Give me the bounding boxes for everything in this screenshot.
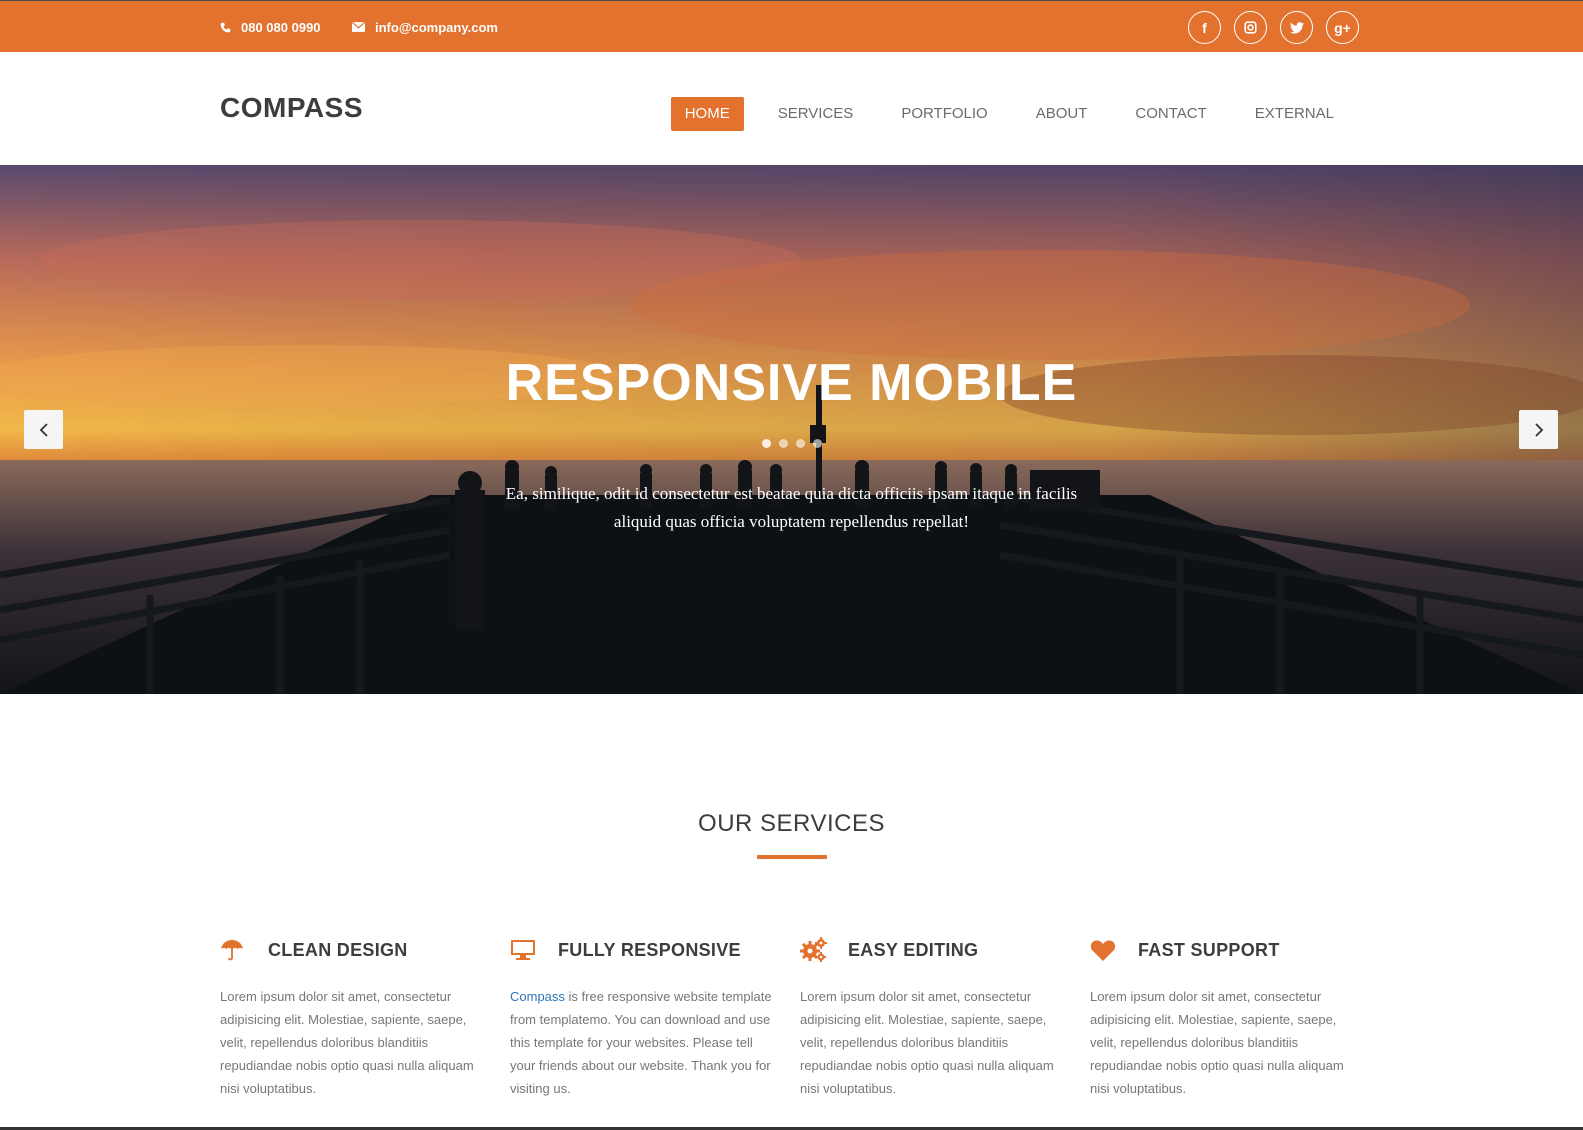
nav-about[interactable]: ABOUT <box>1022 97 1102 131</box>
hero-title: RESPONSIVE MOBILE <box>505 354 1078 412</box>
email-contact[interactable]: info@company.com <box>352 1 498 53</box>
phone-number: 080 080 0990 <box>241 19 321 35</box>
slider-prev-button[interactable] <box>24 410 63 449</box>
instagram-icon[interactable] <box>1234 11 1267 44</box>
service-card-fully-responsive: FULLY RESPONSIVE Compass is free respons… <box>510 935 772 1100</box>
slider-dot[interactable] <box>761 439 771 448</box>
service-title: FAST SUPPORT <box>1138 939 1280 960</box>
services-heading: OUR SERVICES <box>698 810 885 837</box>
service-card-fast-support: FAST SUPPORT Lorem ipsum dolor sit amet,… <box>1090 935 1352 1100</box>
slider-next-button[interactable] <box>1519 410 1558 449</box>
site-logo[interactable]: COMPASS <box>220 92 363 124</box>
main-nav: HOME SERVICES PORTFOLIO ABOUT CONTACT EX… <box>670 97 1348 131</box>
service-description: Lorem ipsum dolor sit amet, consectetur … <box>220 989 474 1096</box>
phone-icon <box>220 22 231 32</box>
service-description: Lorem ipsum dolor sit amet, consectetur … <box>800 989 1054 1096</box>
envelope-icon <box>352 22 365 32</box>
top-bar: 080 080 0990 info@company.com f g+ <box>0 0 1583 52</box>
social-links: f g+ <box>1188 11 1359 44</box>
umbrella-icon <box>220 935 250 965</box>
site-header: COMPASS HOME SERVICES PORTFOLIO ABOUT CO… <box>0 52 1583 165</box>
service-description-text: is free responsive website template from… <box>510 989 772 1096</box>
service-title: FULLY RESPONSIVE <box>558 939 741 960</box>
slider-dot[interactable] <box>778 439 788 448</box>
compass-link[interactable]: Compass <box>510 989 565 1004</box>
gears-icon <box>800 935 830 965</box>
slider-dot[interactable] <box>812 439 822 448</box>
email-address: info@company.com <box>375 19 498 35</box>
service-title: EASY EDITING <box>848 939 979 960</box>
nav-contact[interactable]: CONTACT <box>1121 97 1220 131</box>
nav-portfolio[interactable]: PORTFOLIO <box>887 97 1001 131</box>
facebook-icon[interactable]: f <box>1188 11 1221 44</box>
service-description: Compass is free responsive website templ… <box>510 985 772 1100</box>
hero-caption: Ea, similique, odit id consectetur est b… <box>505 484 1078 531</box>
chevron-right-icon <box>1534 422 1543 437</box>
hero-background-image <box>0 165 1583 694</box>
slider-dot[interactable] <box>795 439 805 448</box>
service-card-easy-editing: EASY EDITING Lorem ipsum dolor sit amet,… <box>800 935 1062 1100</box>
twitter-icon[interactable] <box>1280 11 1313 44</box>
heart-icon <box>1090 935 1120 965</box>
service-card-clean-design: CLEAN DESIGN Lorem ipsum dolor sit amet,… <box>220 935 482 1100</box>
google-plus-icon[interactable]: g+ <box>1326 11 1359 44</box>
nav-services[interactable]: SERVICES <box>764 97 868 131</box>
heading-divider <box>757 855 827 859</box>
chevron-left-icon <box>39 422 48 437</box>
hero-slider: RESPONSIVE MOBILE Ea, similique, odit id… <box>0 165 1583 694</box>
phone-contact[interactable]: 080 080 0990 <box>220 1 321 53</box>
service-title: CLEAN DESIGN <box>268 939 408 960</box>
nav-home[interactable]: HOME <box>670 97 744 131</box>
nav-external[interactable]: EXTERNAL <box>1241 97 1348 131</box>
service-description: Lorem ipsum dolor sit amet, consectetur … <box>1090 989 1344 1096</box>
desktop-icon <box>510 935 540 965</box>
slider-indicators <box>0 439 1583 448</box>
